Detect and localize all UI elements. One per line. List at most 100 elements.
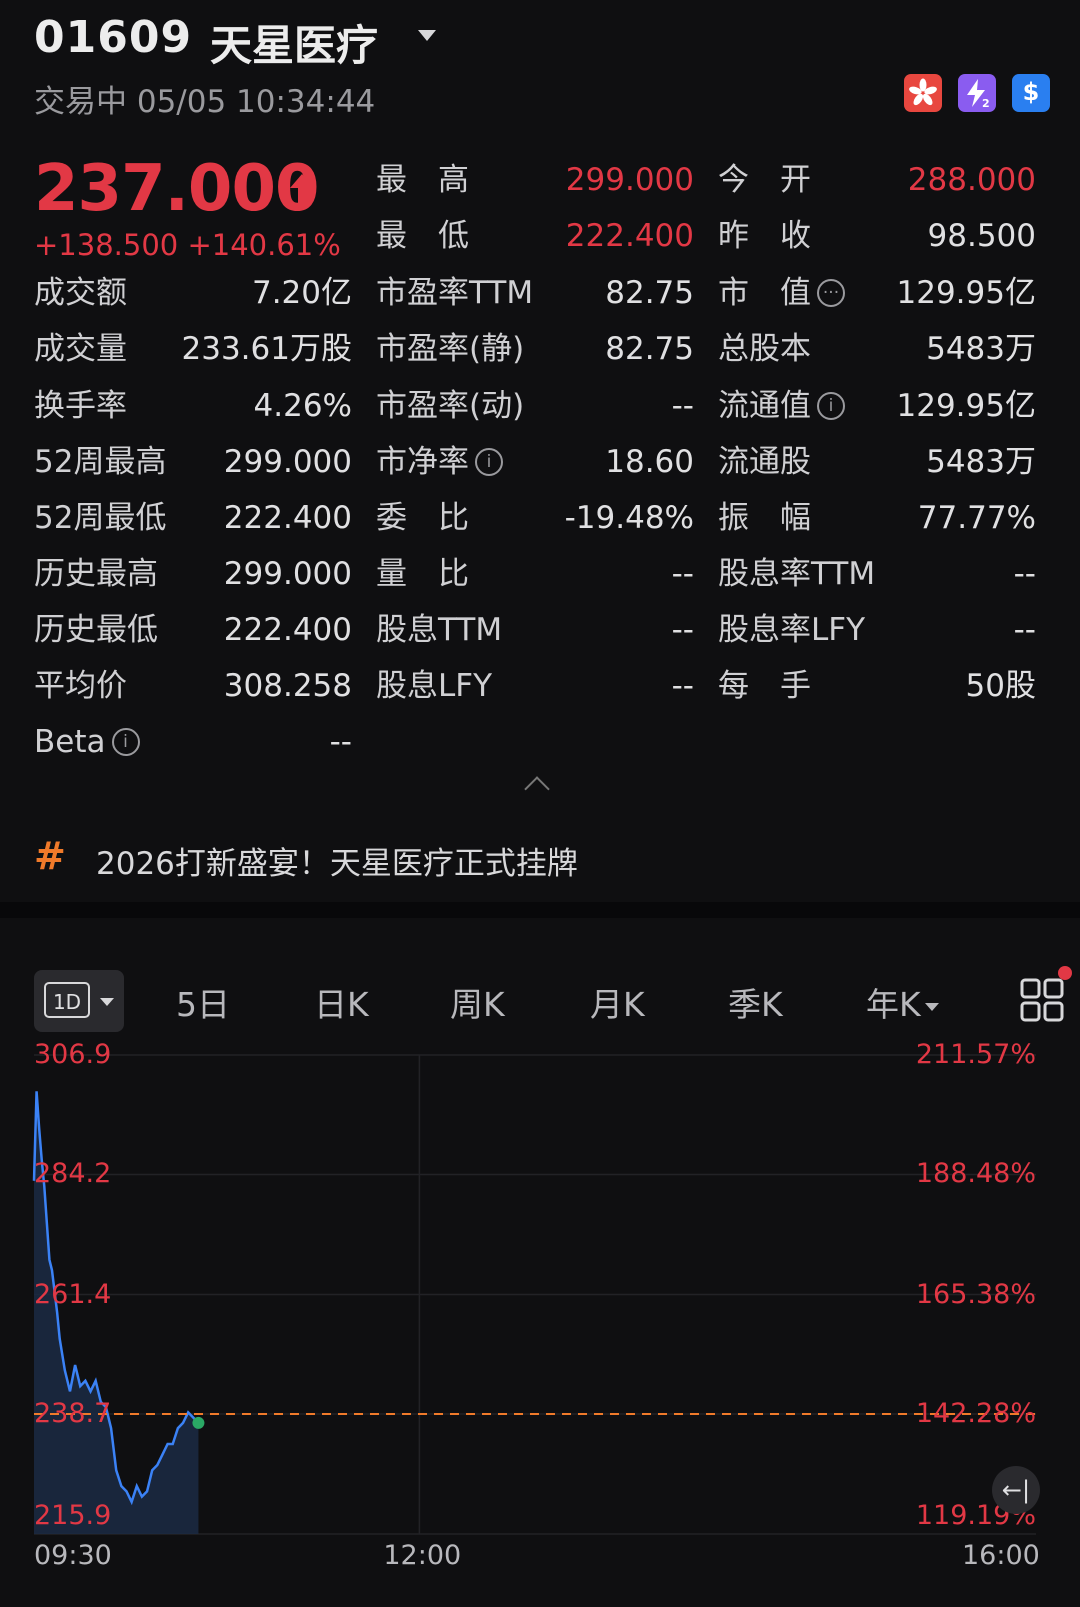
chevron-down-icon bbox=[924, 1002, 939, 1011]
stat-label: 流通值 bbox=[718, 388, 811, 424]
stat-label: 历史最低 bbox=[34, 612, 158, 648]
stat-label: 股息率TTM bbox=[718, 556, 876, 592]
y-pct-tick-label: 211.57% bbox=[915, 1039, 1036, 1070]
stock-code: 01609 bbox=[34, 12, 193, 63]
stat-label: 股息率LFY bbox=[718, 612, 866, 648]
news-banner[interactable]: # 2026打新盛宴！天星医疗正式挂牌 bbox=[0, 810, 1080, 900]
hk-flag-icon[interactable] bbox=[904, 74, 942, 112]
return-latest-icon[interactable]: ←| bbox=[992, 1466, 1040, 1514]
tab-1d[interactable]: 1D bbox=[34, 970, 124, 1032]
stat-label: 市净率 bbox=[376, 444, 469, 480]
stat-label: 昨 收 bbox=[718, 218, 811, 254]
stat-label: 市盈率(静) bbox=[376, 331, 525, 367]
stat-label: 流通股 bbox=[718, 444, 811, 480]
stat-value-prev-close: 98.500 bbox=[927, 218, 1036, 254]
stat-value: 308.258 bbox=[223, 668, 352, 704]
stat-value: 129.95亿 bbox=[896, 275, 1036, 311]
stat-value: 7.20亿 bbox=[251, 275, 352, 311]
last-point-dot bbox=[192, 1416, 205, 1429]
stat-label-pb: 市净率 i bbox=[376, 440, 503, 484]
stat-label: 52周最低 bbox=[34, 500, 167, 536]
dollar-icon[interactable]: $ bbox=[1012, 74, 1050, 112]
y-pct-tick-label: 188.48% bbox=[915, 1158, 1036, 1190]
notification-dot bbox=[1058, 966, 1072, 980]
stat-label: 今 开 bbox=[718, 162, 811, 198]
stat-value: 50股 bbox=[965, 668, 1036, 704]
stat-value: -- bbox=[671, 668, 694, 704]
y-tick-label: 261.4 bbox=[34, 1278, 112, 1310]
stat-value: 222.400 bbox=[223, 500, 352, 536]
stat-label: 量 比 bbox=[376, 556, 469, 592]
stat-value: 82.75 bbox=[605, 331, 694, 367]
stat-value: -- bbox=[671, 556, 694, 592]
arrow-up-icon bbox=[290, 174, 314, 206]
stat-label: 每 手 bbox=[718, 668, 811, 704]
stat-value: -19.48% bbox=[564, 500, 694, 536]
y-pct-tick-label: 142.28% bbox=[915, 1397, 1036, 1429]
stat-value: 129.95亿 bbox=[896, 388, 1036, 424]
stat-value: 299.000 bbox=[223, 444, 352, 480]
stat-value: -- bbox=[1013, 612, 1036, 648]
x-tick-label: 12:00 bbox=[383, 1540, 462, 1571]
stat-value-open: 288.000 bbox=[907, 162, 1036, 198]
stat-value: 233.61万股 bbox=[181, 331, 352, 367]
layout-grid-icon[interactable] bbox=[1020, 978, 1064, 1022]
stat-label: 换手率 bbox=[34, 388, 127, 424]
change-percent: +140.61% bbox=[187, 228, 341, 262]
chevron-down-icon[interactable] bbox=[418, 30, 436, 41]
trading-status: 交易中 05/05 10:34:44 bbox=[34, 84, 376, 120]
stat-value: -- bbox=[1013, 556, 1036, 592]
stat-value: 18.60 bbox=[605, 444, 694, 480]
stat-label: 市盈率TTM bbox=[376, 275, 534, 311]
intraday-chart[interactable]: 306.9 211.57% 284.2 188.48% 261.4 165.38% 238.… bbox=[0, 1039, 1080, 1603]
news-text[interactable]: 2026打新盛宴！天星医疗正式挂牌 bbox=[96, 838, 578, 883]
chevron-up-icon[interactable] bbox=[524, 776, 550, 802]
stat-value: -- bbox=[329, 724, 352, 760]
tab-monthly-k[interactable]: 月K bbox=[590, 978, 645, 1026]
stat-value: 5483万 bbox=[926, 331, 1036, 367]
stat-value: 5483万 bbox=[926, 444, 1036, 480]
x-tick-label: 16:00 bbox=[962, 1540, 1040, 1571]
y-pct-tick-label: 165.38% bbox=[915, 1278, 1036, 1310]
stat-label: 成交额 bbox=[34, 275, 127, 311]
x-tick-label: 09:30 bbox=[34, 1540, 112, 1571]
info-icon[interactable]: i bbox=[111, 727, 140, 756]
stat-label: 成交量 bbox=[34, 331, 127, 367]
stat-label-float-value: 流通值 i bbox=[718, 384, 845, 428]
stock-name[interactable]: 天星医疗 bbox=[210, 12, 378, 73]
stat-value: -- bbox=[671, 388, 694, 424]
price-change: +138.500 +140.61% bbox=[34, 228, 341, 262]
z2-icon[interactable]: 2 bbox=[958, 74, 996, 112]
stat-label: 最 高 bbox=[376, 162, 469, 198]
stat-value-low: 222.400 bbox=[565, 218, 694, 254]
tab-yearly-k[interactable]: 年K bbox=[866, 978, 939, 1026]
stat-value-high: 299.000 bbox=[565, 162, 694, 198]
stat-value: 82.75 bbox=[605, 275, 694, 311]
chevron-down-icon bbox=[100, 998, 114, 1006]
stat-value: 222.400 bbox=[223, 612, 352, 648]
stat-label: 市 值 bbox=[718, 275, 811, 311]
last-price: 237.000 bbox=[34, 152, 319, 226]
stat-value: 77.77% bbox=[917, 500, 1036, 536]
stat-label: Beta bbox=[34, 724, 106, 760]
y-tick-label: 284.2 bbox=[34, 1158, 112, 1190]
tab-5day[interactable]: 5日 bbox=[176, 978, 230, 1026]
info-icon[interactable]: i bbox=[475, 447, 503, 476]
y-tick-label: 215.9 bbox=[34, 1500, 112, 1531]
stat-value: -- bbox=[671, 612, 694, 648]
tab-daily-k[interactable]: 日K bbox=[314, 978, 369, 1026]
stat-label: 52周最高 bbox=[34, 444, 167, 480]
tab-weekly-k[interactable]: 周K bbox=[450, 978, 505, 1026]
tab-1d-label: 1D bbox=[44, 982, 90, 1018]
stat-label-beta: Beta i bbox=[34, 720, 140, 764]
stat-value: 4.26% bbox=[253, 388, 352, 424]
info-icon[interactable]: i bbox=[817, 391, 845, 420]
stat-value: 299.000 bbox=[223, 556, 352, 592]
stat-label: 振 幅 bbox=[718, 500, 811, 536]
stat-label: 股息TTM bbox=[376, 612, 503, 648]
tab-quarterly-k[interactable]: 季K bbox=[728, 978, 783, 1026]
stat-label: 股息LFY bbox=[376, 668, 493, 704]
stat-label-market-cap: 市 值 ··· bbox=[718, 271, 845, 315]
stat-label: 委 比 bbox=[376, 500, 469, 536]
more-icon[interactable]: ··· bbox=[817, 278, 845, 307]
